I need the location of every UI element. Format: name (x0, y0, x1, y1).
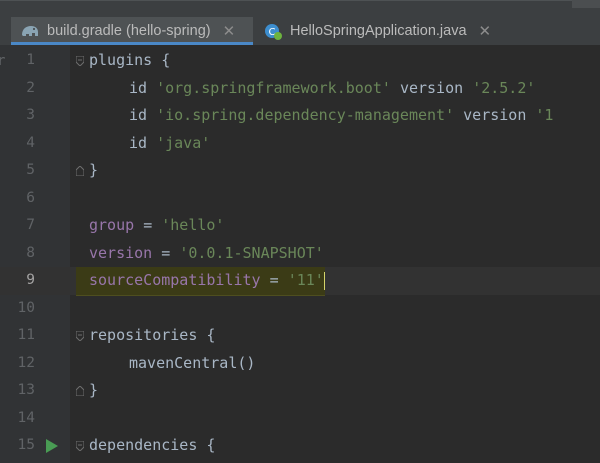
equals-sign: = (161, 243, 171, 262)
id-keyword: id (129, 106, 148, 124)
string-literal: 'java' (156, 133, 211, 152)
id-keyword: id (129, 78, 148, 97)
code-line[interactable]: 6 (0, 185, 600, 213)
string-literal: 'io.spring.dependency-management' (156, 106, 455, 124)
fold-close-icon[interactable] (76, 386, 84, 396)
line-number: 10 (17, 299, 35, 316)
fold-close-icon[interactable] (76, 166, 84, 176)
text-caret (323, 271, 326, 290)
code-text: id 'org.springframework.boot' version '2… (129, 75, 535, 103)
property-name: version (89, 243, 153, 262)
code-line[interactable]: 4 id 'java' (0, 130, 600, 158)
code-text: group = 'hello' (89, 212, 224, 240)
version-keyword: version (399, 78, 464, 97)
code-text: } (89, 157, 98, 185)
code-line[interactable]: 8 version = '0.0.1-SNAPSHOT' (0, 240, 600, 268)
code-line[interactable]: 10 (0, 295, 600, 323)
code-line[interactable]: 11 repositories { (0, 322, 600, 350)
close-icon[interactable]: ✕ (223, 22, 236, 40)
line-number: 6 (26, 189, 35, 206)
repositories-keyword: repositories (89, 326, 198, 344)
brace: { (206, 326, 216, 344)
spring-boot-class-icon: C (262, 21, 284, 41)
code-line[interactable]: 15 dependencies { (0, 432, 600, 460)
line-number: 4 (26, 134, 35, 151)
code-text: id 'java' (129, 130, 210, 158)
line-number: 14 (17, 409, 35, 426)
tab-hello-spring-application[interactable]: C HelloSpringApplication.java ✕ (262, 17, 502, 45)
string-literal: 'org.springframework.boot' (156, 78, 391, 97)
line-number: 15 (17, 437, 35, 453)
code-line[interactable]: 1 plugins { (0, 47, 600, 75)
code-text: } (89, 377, 98, 405)
property-name: group (89, 216, 135, 234)
brace: } (89, 381, 99, 399)
line-number: 13 (17, 382, 35, 398)
plugins-keyword: plugins (89, 51, 153, 69)
brace: { (161, 51, 171, 69)
tab-label: build.gradle (hello-spring) (47, 23, 211, 39)
current-code-line[interactable]: 9 sourceCompatibility = '11' (0, 267, 600, 296)
brace: { (206, 436, 216, 454)
string-literal: '11' (287, 271, 324, 289)
tab-bar-corner (572, 0, 600, 8)
version-keyword: version (463, 106, 527, 124)
line-number: 2 (26, 79, 35, 96)
property-name: sourceCompatibility (89, 271, 261, 289)
code-text: mavenCentral() (129, 350, 255, 378)
line-number: 3 (26, 107, 35, 123)
method-call: mavenCentral() (129, 353, 256, 372)
string-literal: 'hello' (161, 216, 225, 234)
close-icon[interactable]: ✕ (479, 22, 492, 40)
equals-sign: = (143, 216, 153, 234)
brace: } (89, 161, 99, 179)
line-number: 12 (17, 354, 35, 371)
line-number: 11 (17, 327, 35, 343)
code-line[interactable]: 13 } (0, 377, 600, 405)
editor-tab-bar: build.gradle (hello-spring) ✕ C HelloSpr… (0, 0, 600, 45)
string-literal: '0.0.1-SNAPSHOT' (179, 243, 324, 262)
code-line[interactable]: 2 id 'org.springframework.boot' version … (0, 75, 600, 103)
tab-build-gradle[interactable]: build.gradle (hello-spring) ✕ (11, 17, 253, 45)
equals-sign: = (269, 271, 279, 289)
id-keyword: id (129, 133, 148, 152)
fold-open-icon[interactable] (76, 441, 84, 451)
run-gutter-icon[interactable] (46, 438, 58, 453)
line-number: 7 (26, 217, 35, 233)
code-line[interactable]: 12 mavenCentral() (0, 350, 600, 378)
code-text: id 'io.spring.dependency-management' ver… (129, 102, 553, 130)
string-literal: '1 (535, 106, 554, 124)
code-text: dependencies { (89, 432, 215, 460)
code-editor[interactable]: ri 1 plugins { 2 id 'org.springframework… (0, 45, 600, 463)
line-number: 8 (26, 244, 35, 261)
fold-open-icon[interactable] (76, 56, 84, 66)
code-line[interactable]: 3 id 'io.spring.dependency-management' v… (0, 102, 600, 130)
tab-bar-top-border (0, 0, 600, 1)
code-line[interactable]: 7 group = 'hello' (0, 212, 600, 240)
tab-label: HelloSpringApplication.java (290, 23, 467, 39)
code-text: repositories { (89, 322, 215, 350)
string-literal: '2.5.2' (472, 78, 536, 97)
gradle-elephant-icon (19, 21, 41, 41)
code-text: version = '0.0.1-SNAPSHOT' (89, 240, 324, 268)
code-text: plugins { (89, 47, 170, 75)
code-line[interactable]: 5 } (0, 157, 600, 185)
line-number: 9 (26, 272, 35, 288)
line-number: 1 (26, 52, 35, 68)
fold-open-icon[interactable] (76, 331, 84, 341)
code-line[interactable]: 14 (0, 405, 600, 433)
dependencies-keyword: dependencies (89, 436, 198, 454)
line-number: 5 (26, 162, 35, 178)
code-text: sourceCompatibility = '11' (76, 267, 326, 296)
